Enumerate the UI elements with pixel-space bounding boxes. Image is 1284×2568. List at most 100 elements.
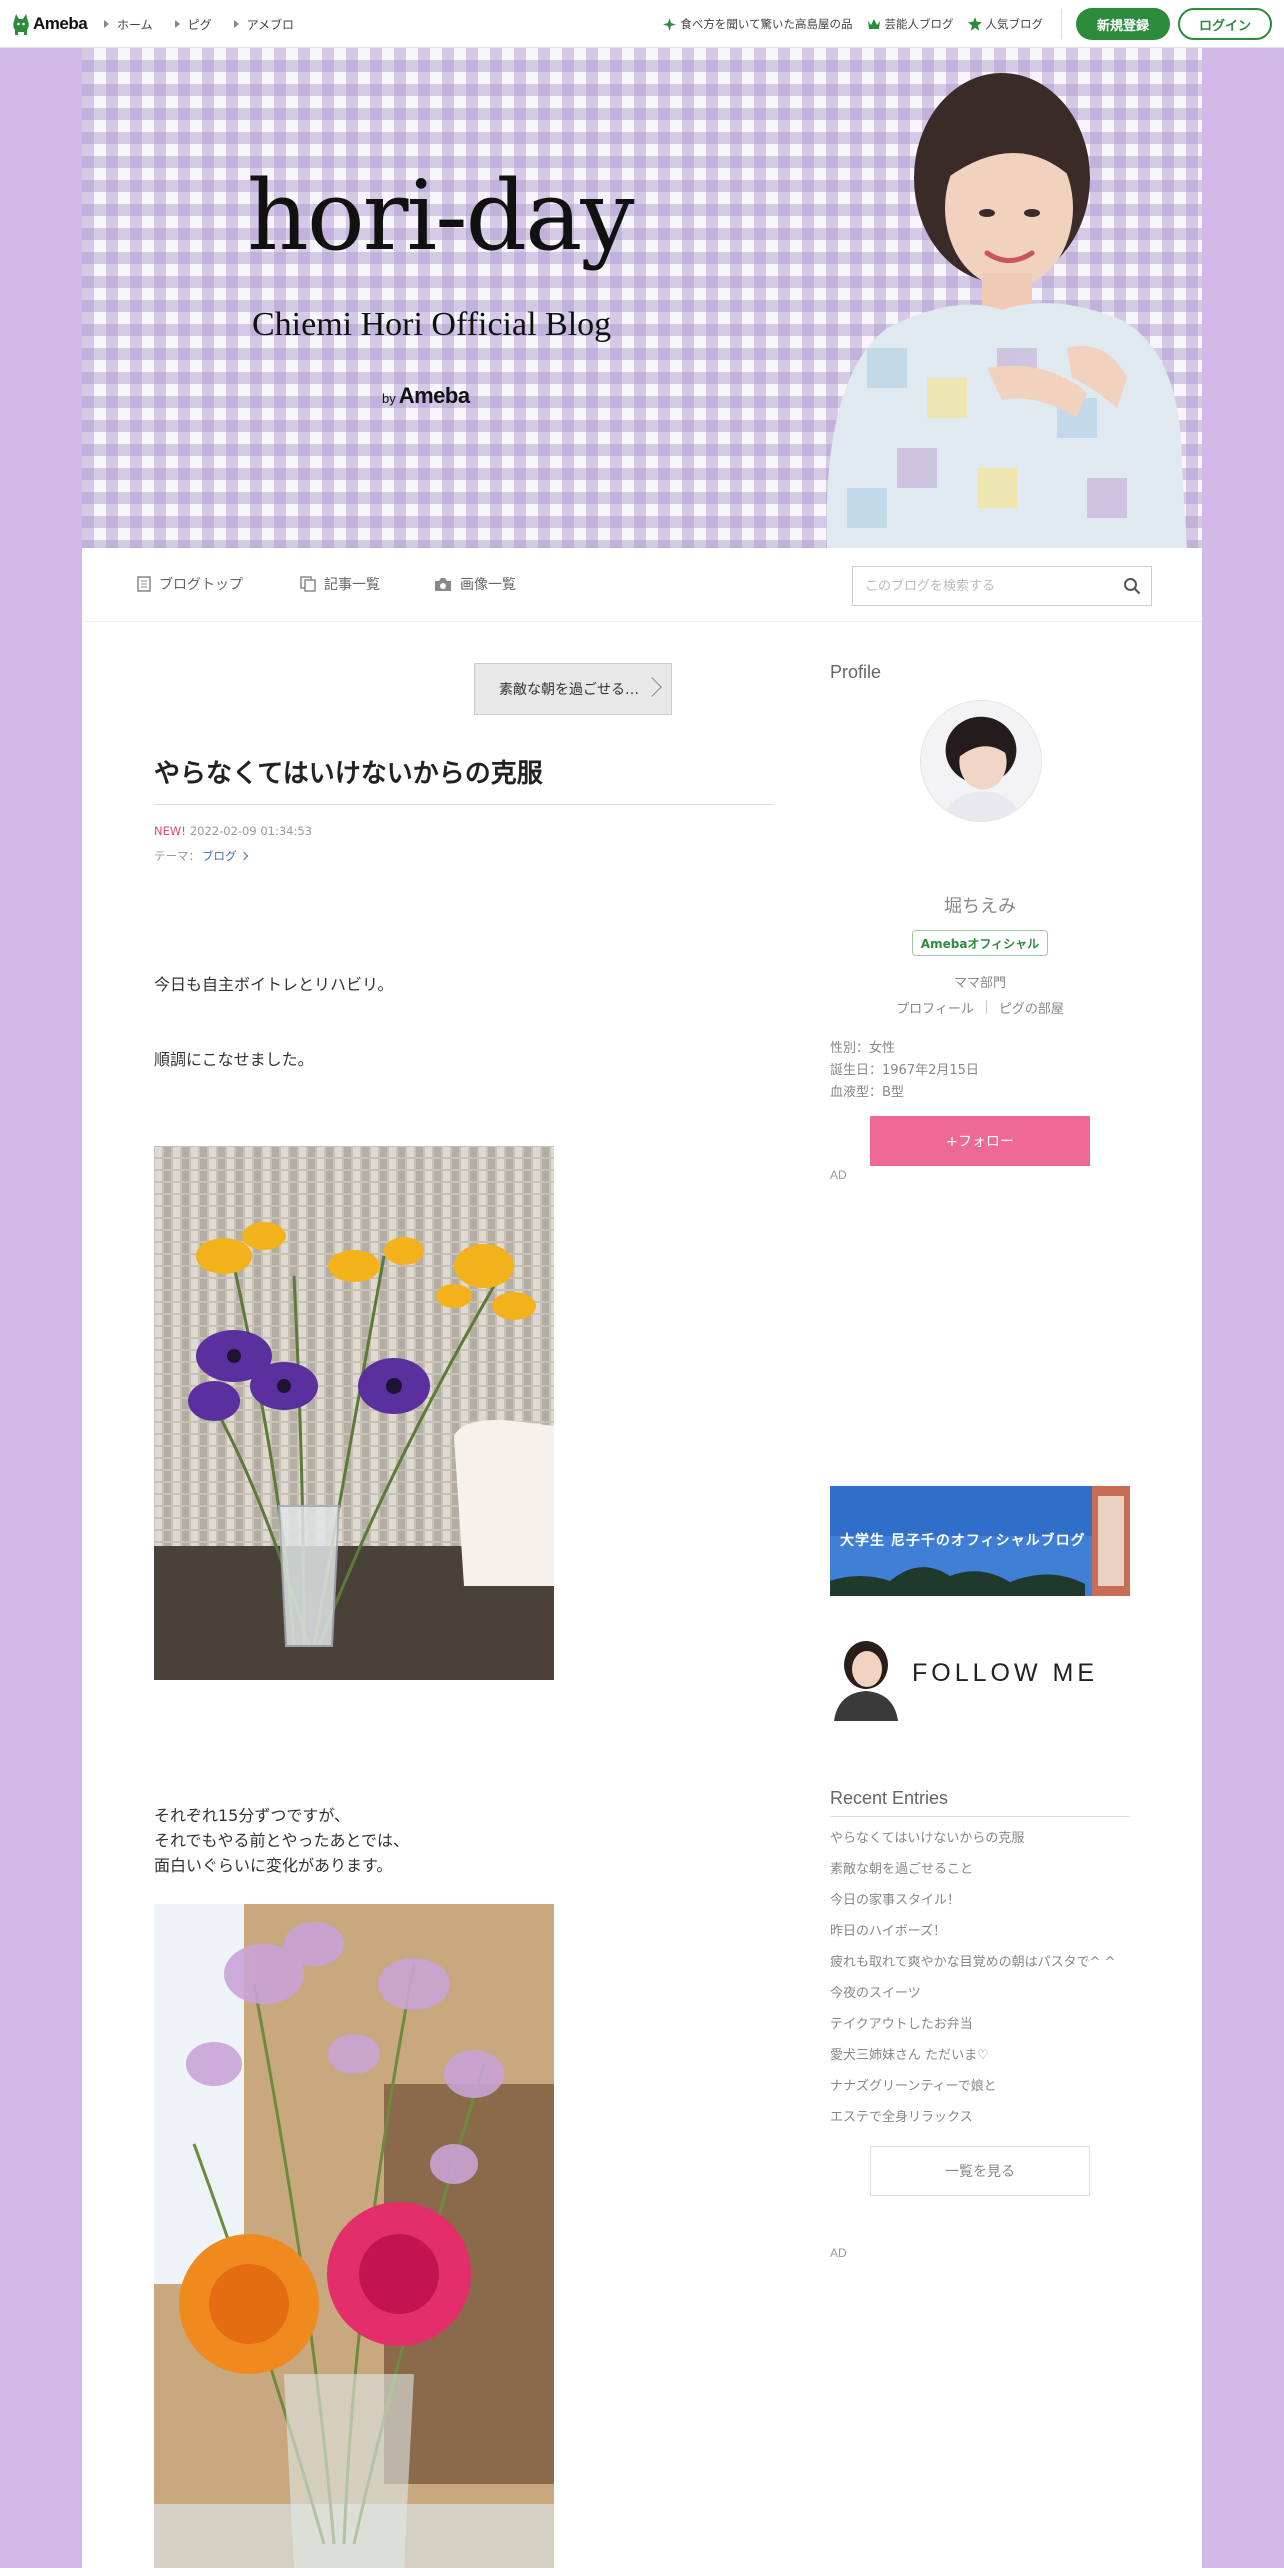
header-link-label: 芸能人ブログ xyxy=(884,17,954,31)
follow-button[interactable]: +フォロー xyxy=(870,1116,1090,1166)
article-title[interactable]: やらなくてはいけないからの克服 xyxy=(154,753,543,790)
recent-entry[interactable]: 素敵な朝を過ごせること xyxy=(830,1859,1130,1890)
login-button[interactable]: ログイン xyxy=(1178,8,1272,40)
recent-entry[interactable]: やらなくてはいけないからの克服 xyxy=(830,1828,1130,1859)
follow-me-avatar xyxy=(830,1633,902,1721)
ameba-logo-text: Ameba xyxy=(33,14,88,33)
global-nav-home[interactable]: ホーム xyxy=(104,16,153,33)
article-paragraph: それでもやる前とやったあとでは、 xyxy=(154,1831,410,1850)
recent-entry[interactable]: テイクアウトしたお弁当 xyxy=(830,2014,1130,2045)
ad-label: AD xyxy=(830,1168,847,1182)
profile-name[interactable]: 堀ちえみ xyxy=(830,892,1130,918)
pig-room-link[interactable]: ピグの部屋 xyxy=(999,998,1064,1017)
profile-category[interactable]: ママ部門 xyxy=(830,972,1130,991)
profile-link[interactable]: プロフィール xyxy=(896,998,974,1017)
author-portrait-image xyxy=(826,73,1187,548)
blog-nav: ブログトップ 記事一覧 画像一覧 xyxy=(82,548,1202,622)
article-datetime: 2022-02-09 01:34:53 xyxy=(189,824,312,838)
global-header-right: 食べ方を聞いて驚いた高島屋の品 芸能人ブログ 人気ブログ 新規登録 ログイン xyxy=(663,0,1272,48)
global-nav-pigg[interactable]: ピグ xyxy=(174,16,212,33)
header-link-label: 人気ブログ xyxy=(985,17,1044,31)
follow-me-banner[interactable]: FOLLOW ME xyxy=(830,1633,1130,1723)
nav-article-list[interactable]: 記事一覧 xyxy=(300,574,380,594)
nav-label: 画像一覧 xyxy=(460,577,516,593)
theme-prefix: テーマ： xyxy=(154,849,200,863)
previous-article-button[interactable]: 素敵な朝を過ごせる… xyxy=(474,663,672,715)
global-nav: ホーム ピグ アメブロ xyxy=(104,0,316,48)
celebrity-blog-link[interactable]: 芸能人ブログ xyxy=(867,16,954,32)
article-meta: NEW! 2022-02-09 01:34:53 xyxy=(154,824,312,838)
recent-entries-heading: Recent Entries xyxy=(830,1788,949,1808)
ad-label: AD xyxy=(830,2246,847,2260)
caret-right-icon xyxy=(233,20,239,28)
by-text: by xyxy=(382,391,396,406)
popular-blog-link[interactable]: 人気ブログ xyxy=(967,16,1044,32)
nav-label: 記事一覧 xyxy=(324,577,380,593)
chevron-right-icon xyxy=(239,851,248,861)
blog-subtitle: Chiemi Hori Official Blog xyxy=(252,306,612,343)
global-nav-label: アメブロ xyxy=(246,17,295,32)
search-icon[interactable] xyxy=(1123,577,1141,595)
global-nav-label: ホーム xyxy=(117,17,153,32)
caret-right-icon xyxy=(174,20,180,28)
theme-link[interactable]: ブログ xyxy=(202,848,237,864)
leaf-icon xyxy=(663,17,677,31)
recent-entry[interactable]: 昨日のハイボーズ！ xyxy=(830,1921,1130,1952)
article-theme: テーマ： ブログ xyxy=(154,848,248,864)
title-divider xyxy=(154,804,774,805)
profile-blood-type: 血液型：B型 xyxy=(830,1085,904,1100)
flower-vase-photo-2[interactable] xyxy=(154,1904,554,2568)
previous-article-label: 素敵な朝を過ごせる… xyxy=(499,682,639,698)
recent-entry[interactable]: 今夜のスイーツ xyxy=(830,1983,1130,2014)
article-paragraph: 今日も自主ボイトレとリハビリ。 xyxy=(154,975,394,994)
recent-entry[interactable]: 疲れも取れて爽やかな目覚めの朝はパスタで^ ^ xyxy=(830,1952,1130,1983)
follow-me-text: FOLLOW ME xyxy=(912,1659,1099,1687)
recent-entry[interactable]: 愛犬三姉妹さん ただいま♡ xyxy=(830,2045,1130,2076)
global-nav-label: ピグ xyxy=(187,17,212,32)
profile-heading: Profile xyxy=(830,662,882,682)
caret-right-icon xyxy=(104,20,109,28)
recent-entry[interactable]: エステで全身リラックス xyxy=(830,2107,1130,2138)
recent-entries-list: やらなくてはいけないからの克服 素敵な朝を過ごせること 今日の家事スタイル！ 昨… xyxy=(830,1828,1130,2138)
ameba-text: Ameba xyxy=(398,383,470,408)
blog-frame: hori-day Chiemi Hori Official Blog by Am… xyxy=(82,48,1202,2568)
header-divider xyxy=(1061,9,1062,39)
new-badge: NEW! xyxy=(154,824,186,838)
sidebar-banner-text: 大学生 尼子千のオフィシャルブログ xyxy=(840,1533,1086,1549)
recent-entry[interactable]: ナナズグリーンティーで娘と xyxy=(830,2076,1130,2107)
blog-title: hori-day xyxy=(247,160,635,272)
official-badge[interactable]: Amebaオフィシャル xyxy=(912,930,1048,956)
link-divider xyxy=(985,1000,987,1014)
profile-birthday: 誕生日：1967年2月15日 xyxy=(830,1063,979,1078)
sidebar-banner-blog[interactable]: 大学生 尼子千のオフィシャルブログ xyxy=(830,1486,1130,1596)
document-icon xyxy=(137,576,151,592)
article-paragraph: 順調にこなせました。 xyxy=(154,1050,314,1069)
article-paragraph: 面白いぐらいに変化があります。 xyxy=(154,1856,393,1875)
blog-header-banner[interactable]: hori-day Chiemi Hori Official Blog by Am… xyxy=(82,48,1202,548)
chevron-right-icon xyxy=(642,677,662,697)
profile-avatar[interactable] xyxy=(920,700,1042,822)
see-all-entries-button[interactable]: 一覧を見る xyxy=(870,2146,1090,2196)
blog-search-input[interactable] xyxy=(853,567,1103,605)
recent-divider xyxy=(830,1816,1130,1817)
nav-blog-top[interactable]: ブログトップ xyxy=(137,574,243,594)
nav-label: ブログトップ xyxy=(159,577,243,593)
by-ameba-logo: by Ameba xyxy=(382,383,470,409)
star-icon xyxy=(967,17,982,31)
global-nav-ameblo[interactable]: アメブロ xyxy=(233,16,295,33)
profile-links: プロフィール ピグの部屋 xyxy=(830,998,1130,1017)
profile-info: 性別：女性 誕生日：1967年2月15日 血液型：B型 xyxy=(830,1038,979,1104)
blog-search xyxy=(852,566,1152,606)
ameba-logo[interactable]: Ameba xyxy=(12,11,88,37)
register-button[interactable]: 新規登録 xyxy=(1076,8,1170,40)
nav-image-list[interactable]: 画像一覧 xyxy=(434,574,516,594)
ameba-pig-icon xyxy=(13,14,29,35)
crown-icon xyxy=(867,19,880,29)
camera-icon xyxy=(435,577,451,591)
recent-entry[interactable]: 今日の家事スタイル！ xyxy=(830,1890,1130,1921)
global-header: Ameba ホーム ピグ アメブロ 食べ方を聞いて驚いた高島屋の品 芸能人ブログ… xyxy=(0,0,1284,48)
takashimaya-link[interactable]: 食べ方を聞いて驚いた高島屋の品 xyxy=(663,16,853,32)
pages-icon xyxy=(300,576,316,592)
article-paragraph: それぞれ15分ずつですが、 xyxy=(154,1806,351,1825)
flower-vase-photo-1[interactable] xyxy=(154,1146,554,1680)
